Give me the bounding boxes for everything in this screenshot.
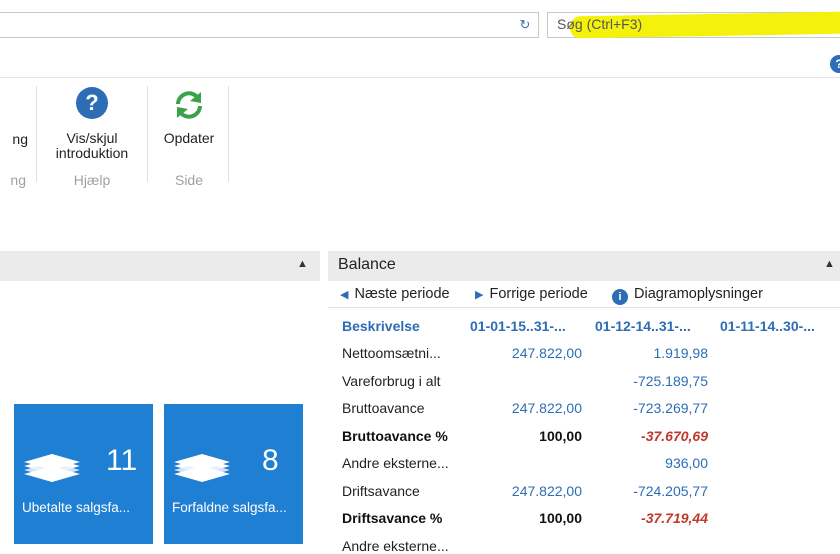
help-button-line1: Vis/skjul	[66, 130, 118, 146]
info-icon[interactable]: ?	[830, 55, 840, 73]
ribbon-group-page: Side	[174, 172, 204, 188]
column-header-period-2[interactable]: 01-12-14..31-...	[595, 318, 691, 334]
tile-count: 11	[106, 444, 138, 477]
row-value-period-1[interactable]: 100,00	[470, 428, 582, 444]
row-value-period-1[interactable]: 247.822,00	[470, 345, 582, 361]
row-value-period-2[interactable]: -723.269,77	[595, 400, 708, 416]
tile-count: 8	[262, 444, 279, 477]
tile-label: Ubetalte salgsfa...	[22, 500, 131, 515]
search-placeholder: Søg (Ctrl+F3)	[557, 16, 643, 32]
row-value-period-1[interactable]: 100,00	[470, 510, 582, 526]
collapse-icon[interactable]: ▲	[297, 258, 308, 270]
refresh-button[interactable]: Opdater	[150, 131, 228, 146]
balance-title: Balance	[338, 256, 396, 273]
next-period-button[interactable]: ◀ Næste periode	[340, 286, 450, 302]
row-description[interactable]: Andre eksterne...	[342, 455, 466, 471]
left-panel-header	[0, 251, 320, 281]
row-description[interactable]: Driftsavance	[342, 483, 466, 499]
row-description[interactable]: Driftsavance %	[342, 510, 466, 526]
row-value-period-2[interactable]: -37.670,69	[595, 428, 708, 444]
document-stack-icon	[174, 454, 230, 482]
prev-period-label: Forrige periode	[489, 286, 588, 302]
chart-info-button[interactable]: i Diagramoplysninger	[612, 286, 763, 305]
ribbon-partial-label[interactable]: ng	[0, 132, 28, 147]
row-value-period-2[interactable]: -725.189,75	[595, 373, 708, 389]
row-value-period-2[interactable]: -724.205,77	[595, 483, 708, 499]
info-icon: i	[612, 289, 628, 305]
arrow-right-icon: ▶	[475, 289, 484, 301]
ribbon-group-help: Hjælp	[73, 172, 111, 188]
ribbon-separator	[147, 86, 148, 182]
ribbon-separator	[36, 86, 37, 182]
row-value-period-2[interactable]: 936,00	[595, 455, 708, 471]
next-period-label: Næste periode	[354, 286, 450, 302]
help-button[interactable]: Vis/skjul introduktion	[40, 131, 144, 161]
refresh-icon[interactable]: ↻	[517, 17, 533, 33]
prev-period-button[interactable]: ▶ Forrige periode	[475, 286, 588, 302]
column-header-description[interactable]: Beskrivelse	[342, 318, 420, 334]
row-value-period-2[interactable]: 1.919,98	[595, 345, 709, 361]
row-description[interactable]: Nettoomsætni...	[342, 345, 466, 361]
address-bar[interactable]	[0, 12, 539, 38]
arrow-left-icon: ◀	[340, 289, 349, 301]
tile-label: Forfaldne salgsfa...	[172, 500, 287, 515]
collapse-icon[interactable]: ▲	[824, 258, 835, 270]
balance-panel-header	[328, 251, 840, 281]
ribbon-partial-group: ng	[10, 172, 26, 188]
column-header-period-1[interactable]: 01-01-15..31-...	[470, 318, 566, 334]
column-header-period-3[interactable]: 01-11-14..30-...	[720, 318, 815, 334]
ribbon-separator	[228, 86, 229, 182]
document-stack-icon	[24, 454, 80, 482]
tile-overdue-invoices[interactable]: 8 Forfaldne salgsfa...	[164, 404, 303, 544]
chart-info-label: Diagramoplysninger	[634, 286, 763, 302]
row-value-period-1[interactable]: 247.822,00	[470, 400, 582, 416]
row-description[interactable]: Bruttoavance	[342, 400, 466, 416]
divider	[0, 77, 840, 78]
divider	[328, 307, 840, 308]
row-description[interactable]: Bruttoavance %	[342, 428, 466, 444]
row-value-period-1[interactable]: 247.822,00	[470, 483, 582, 499]
tile-unpaid-invoices[interactable]: 11 Ubetalte salgsfa...	[14, 404, 153, 544]
help-icon[interactable]: ?	[76, 87, 108, 119]
row-description[interactable]: Vareforbrug i alt	[342, 373, 466, 389]
refresh-icon[interactable]	[172, 88, 206, 122]
row-description[interactable]: Andre eksterne...	[342, 538, 466, 554]
row-value-period-2[interactable]: -37.719,44	[595, 510, 708, 526]
help-button-line2: introduktion	[55, 145, 129, 161]
